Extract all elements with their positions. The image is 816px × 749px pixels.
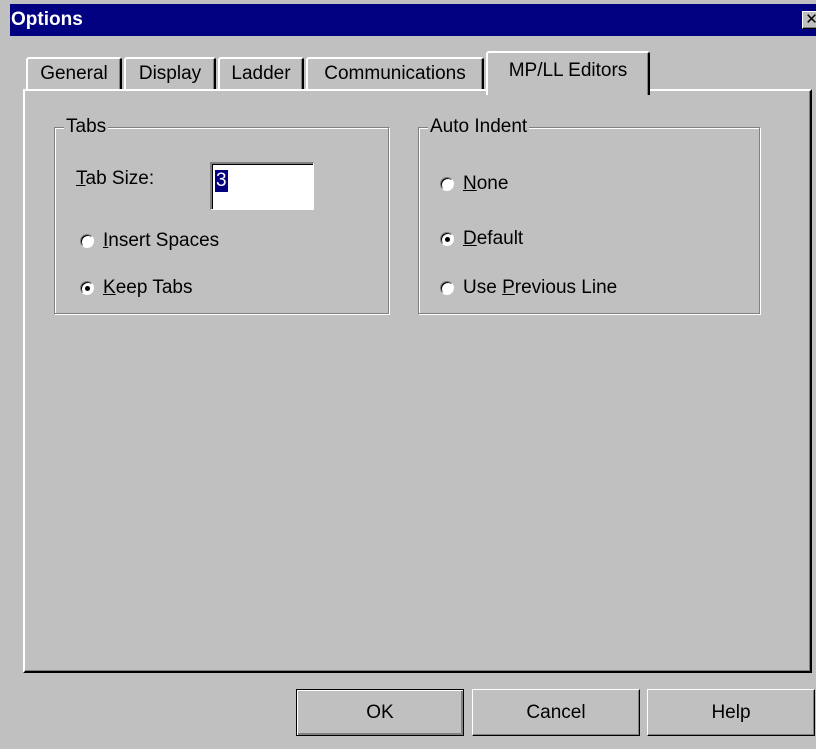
- ok-button[interactable]: OK: [296, 689, 464, 736]
- tab-size-value: 3: [215, 170, 228, 192]
- indent-previous-line-label-rest: revious Line: [514, 277, 618, 298]
- auto-indent-groupbox: Auto Indent None Default Use Previous Li…: [418, 116, 760, 314]
- keep-tabs-label-rest: eep Tabs: [115, 277, 193, 298]
- tab-size-label: Tab Size:: [76, 168, 154, 190]
- indent-previous-line-mnemonic: P: [502, 277, 515, 298]
- tab-general-label: General: [40, 63, 108, 84]
- tab-panel: Tabs Tab Size: 3 Insert Spaces Keep Tabs…: [23, 89, 812, 673]
- tabs-groupbox: Tabs Tab Size: 3 Insert Spaces Keep Tabs: [54, 116, 389, 314]
- indent-previous-line-label: Use Previous Line: [463, 277, 617, 299]
- options-dialog: Options ✕ General Display Ladder Communi…: [0, 0, 816, 749]
- indent-previous-line-prefix: Use: [463, 277, 503, 298]
- tab-communications[interactable]: Communications: [306, 57, 484, 91]
- tab-ladder[interactable]: Ladder: [218, 57, 304, 91]
- close-icon: ✕: [805, 11, 816, 28]
- cancel-button[interactable]: Cancel: [472, 689, 640, 736]
- window-title: Options: [11, 9, 83, 30]
- title-bar: Options ✕: [10, 4, 816, 36]
- tab-mp-ll-editors[interactable]: MP/LL Editors: [486, 51, 650, 95]
- indent-none-label-rest: one: [476, 173, 509, 194]
- indent-previous-line-radio-circle[interactable]: [440, 281, 454, 295]
- tab-size-input[interactable]: 3: [210, 162, 314, 210]
- tabs-group-title: Tabs: [64, 116, 109, 138]
- tab-size-mnemonic: T: [76, 168, 86, 189]
- close-button[interactable]: ✕: [802, 11, 816, 29]
- insert-spaces-label: Insert Spaces: [103, 230, 219, 252]
- radio-selected-dot: [85, 286, 90, 291]
- keep-tabs-radio-circle[interactable]: [80, 281, 94, 295]
- keep-tabs-mnemonic: K: [103, 277, 116, 298]
- indent-none-radio-circle[interactable]: [440, 177, 454, 191]
- tab-size-label-rest: ab Size:: [85, 168, 155, 189]
- tab-ladder-label: Ladder: [231, 63, 291, 84]
- indent-default-label: Default: [463, 228, 523, 250]
- insert-spaces-radio-circle[interactable]: [80, 234, 94, 248]
- tab-display[interactable]: Display: [124, 57, 216, 91]
- auto-indent-group-title: Auto Indent: [428, 116, 530, 138]
- indent-default-label-rest: efault: [476, 228, 524, 249]
- insert-spaces-label-rest: nsert Spaces: [108, 230, 220, 251]
- indent-default-mnemonic: D: [463, 228, 477, 249]
- keep-tabs-label: Keep Tabs: [103, 277, 192, 299]
- tab-general[interactable]: General: [26, 57, 122, 91]
- radio-selected-dot: [445, 237, 450, 242]
- tab-communications-label: Communications: [324, 63, 466, 84]
- help-button[interactable]: Help: [647, 689, 815, 736]
- tab-mp-ll-editors-label: MP/LL Editors: [508, 60, 628, 81]
- tab-display-label: Display: [138, 63, 202, 84]
- indent-none-mnemonic: N: [463, 173, 477, 194]
- indent-default-radio-circle[interactable]: [440, 232, 454, 246]
- indent-none-label: None: [463, 173, 508, 195]
